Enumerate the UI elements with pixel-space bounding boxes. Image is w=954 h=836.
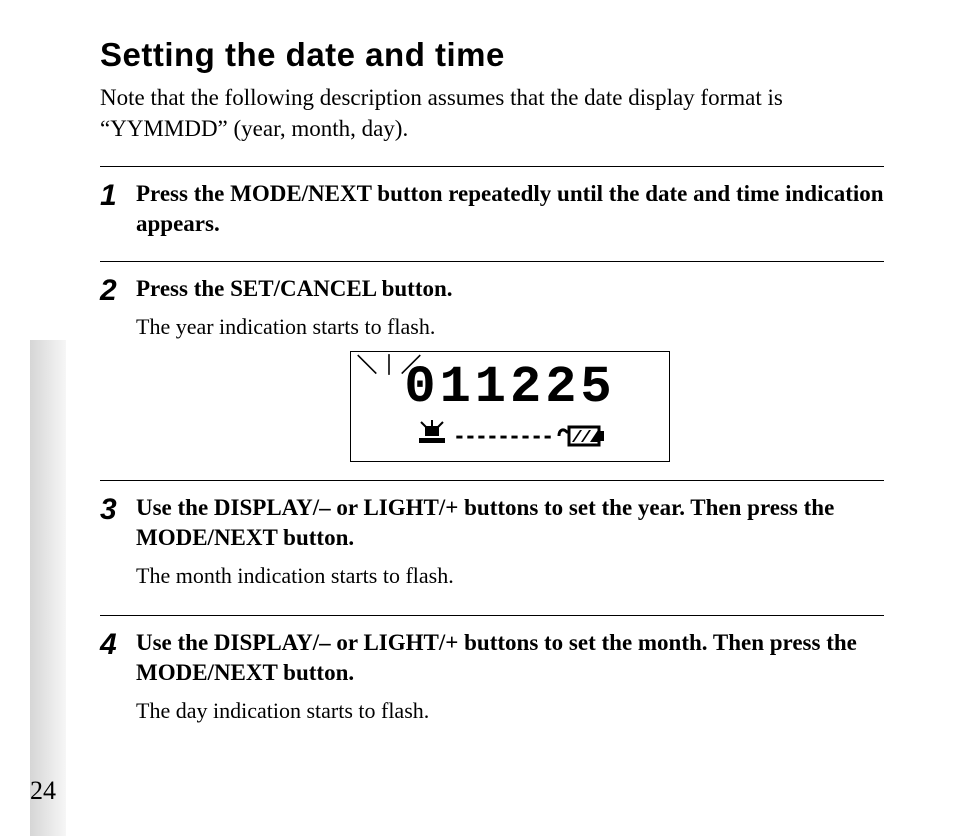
page-number: 24 xyxy=(30,776,56,806)
step-heading: Use the DISPLAY/– or LIGHT/+ buttons to … xyxy=(136,493,884,553)
step-number: 3 xyxy=(100,493,136,525)
step-4: 4 Use the DISPLAY/– or LIGHT/+ buttons t… xyxy=(100,616,884,749)
step-2: 2 Press the SET/CANCEL button. The year … xyxy=(100,262,884,481)
page-gutter-shadow xyxy=(30,340,66,836)
lcd-digit-text: 011225 xyxy=(404,358,615,417)
step-heading: Press the SET/CANCEL button. xyxy=(136,274,884,304)
step-heading: Press the MODE/NEXT button repeatedly un… xyxy=(136,179,884,239)
step-3: 3 Use the DISPLAY/– or LIGHT/+ buttons t… xyxy=(100,481,884,614)
step-subtext: The day indication starts to flash. xyxy=(136,696,884,726)
step-1: 1 Press the MODE/NEXT button repeatedly … xyxy=(100,167,884,261)
step-subtext: The year indication starts to flash. xyxy=(136,312,884,342)
battery-icon xyxy=(557,424,605,448)
step-body: Use the DISPLAY/– or LIGHT/+ buttons to … xyxy=(136,628,884,735)
lcd-digits: ＼｜／ 011225 xyxy=(365,362,655,414)
base-station-icon xyxy=(415,420,449,451)
step-body: Use the DISPLAY/– or LIGHT/+ buttons to … xyxy=(136,493,884,600)
step-number: 4 xyxy=(100,628,136,660)
lcd-status-row: --------- xyxy=(365,420,655,451)
step-number: 1 xyxy=(100,179,136,211)
step-subtext: The month indication starts to flash. xyxy=(136,561,884,591)
lcd-illustration: ＼｜／ 011225 --------- xyxy=(350,351,670,462)
step-heading: Use the DISPLAY/– or LIGHT/+ buttons to … xyxy=(136,628,884,688)
page-title: Setting the date and time xyxy=(100,36,884,74)
flash-indicator-icon: ＼｜／ xyxy=(357,356,423,376)
step-body: Press the SET/CANCEL button. The year in… xyxy=(136,274,884,467)
intro-note: Note that the following description assu… xyxy=(100,82,884,144)
step-body: Press the MODE/NEXT button repeatedly un… xyxy=(136,179,884,247)
manual-page: Setting the date and time Note that the … xyxy=(0,0,954,836)
step-number: 2 xyxy=(100,274,136,306)
connection-dashes: --------- xyxy=(453,424,552,448)
